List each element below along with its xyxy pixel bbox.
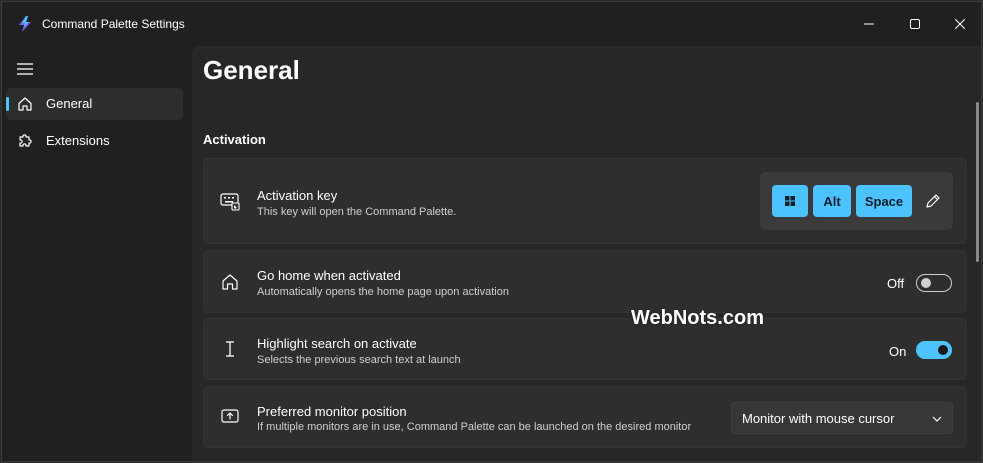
go-home-toggle[interactable] (916, 274, 952, 292)
app-window: Command Palette Settings General Extensi… (1, 1, 982, 462)
highlight-search-toggle[interactable] (916, 341, 952, 359)
sidebar-item-label: Extensions (46, 133, 110, 148)
monitor-position-dropdown[interactable]: Monitor with mouse cursor (731, 402, 953, 434)
title-bar: Command Palette Settings (2, 2, 981, 46)
setting-title: Preferred monitor position (257, 404, 407, 419)
home-icon (220, 272, 240, 292)
activation-key-card: Activation key This key will open the Co… (203, 158, 967, 244)
setting-title: Activation key (257, 188, 338, 203)
toggle-state-label: On (889, 344, 907, 359)
edit-shortcut-button[interactable] (923, 191, 943, 211)
maximize-button[interactable] (899, 12, 931, 36)
go-home-card: Go home when activated Automatically ope… (203, 250, 967, 313)
puzzle-icon (19, 134, 32, 147)
monitor-position-card: Preferred monitor position If multiple m… (203, 386, 967, 448)
toggle-knob (938, 345, 948, 355)
activation-shortcut[interactable]: Alt Space (760, 172, 953, 230)
setting-title: Highlight search on activate (257, 336, 417, 351)
sidebar-item-extensions[interactable]: Extensions (6, 125, 183, 157)
section-title: Activation (203, 132, 266, 147)
pencil-icon (926, 194, 940, 208)
selection-indicator (6, 97, 9, 111)
maximize-icon (910, 19, 920, 29)
setting-title: Go home when activated (257, 268, 401, 283)
sidebar-item-general[interactable]: General (6, 88, 183, 120)
toggle-state-label: Off (887, 276, 905, 291)
setting-description: Selects the previous search text at laun… (257, 354, 461, 366)
text-cursor-icon (220, 339, 240, 359)
page-title: General (203, 55, 300, 85)
chevron-down-icon (932, 416, 942, 422)
minimize-button[interactable] (853, 12, 885, 36)
win-key (772, 185, 808, 217)
windows-logo-icon (785, 196, 795, 206)
close-button[interactable] (944, 12, 976, 36)
sidebar-item-label: General (46, 96, 93, 111)
close-icon (955, 19, 965, 29)
scrollbar[interactable] (976, 102, 979, 262)
keyboard-icon (220, 192, 240, 212)
app-logo-icon (19, 16, 31, 32)
setting-description: This key will open the Command Palette. (257, 206, 457, 218)
watermark: WebNots.com (631, 307, 764, 329)
settings-content: General Activation Activation key This k… (192, 46, 981, 461)
dropdown-selected-value: Monitor with mouse cursor (742, 411, 895, 426)
menu-button[interactable] (14, 60, 36, 78)
monitor-icon (220, 407, 240, 427)
highlight-search-card: Highlight search on activate Selects the… (203, 318, 967, 380)
space-key: Space (856, 185, 912, 217)
window-title: Command Palette Settings (42, 17, 185, 31)
setting-description: Automatically opens the home page upon a… (257, 286, 509, 298)
hamburger-icon (17, 63, 33, 75)
home-icon (18, 97, 32, 111)
minimize-icon (864, 23, 874, 25)
toggle-knob (921, 278, 931, 288)
alt-key: Alt (813, 185, 851, 217)
setting-description: If multiple monitors are in use, Command… (257, 421, 692, 433)
